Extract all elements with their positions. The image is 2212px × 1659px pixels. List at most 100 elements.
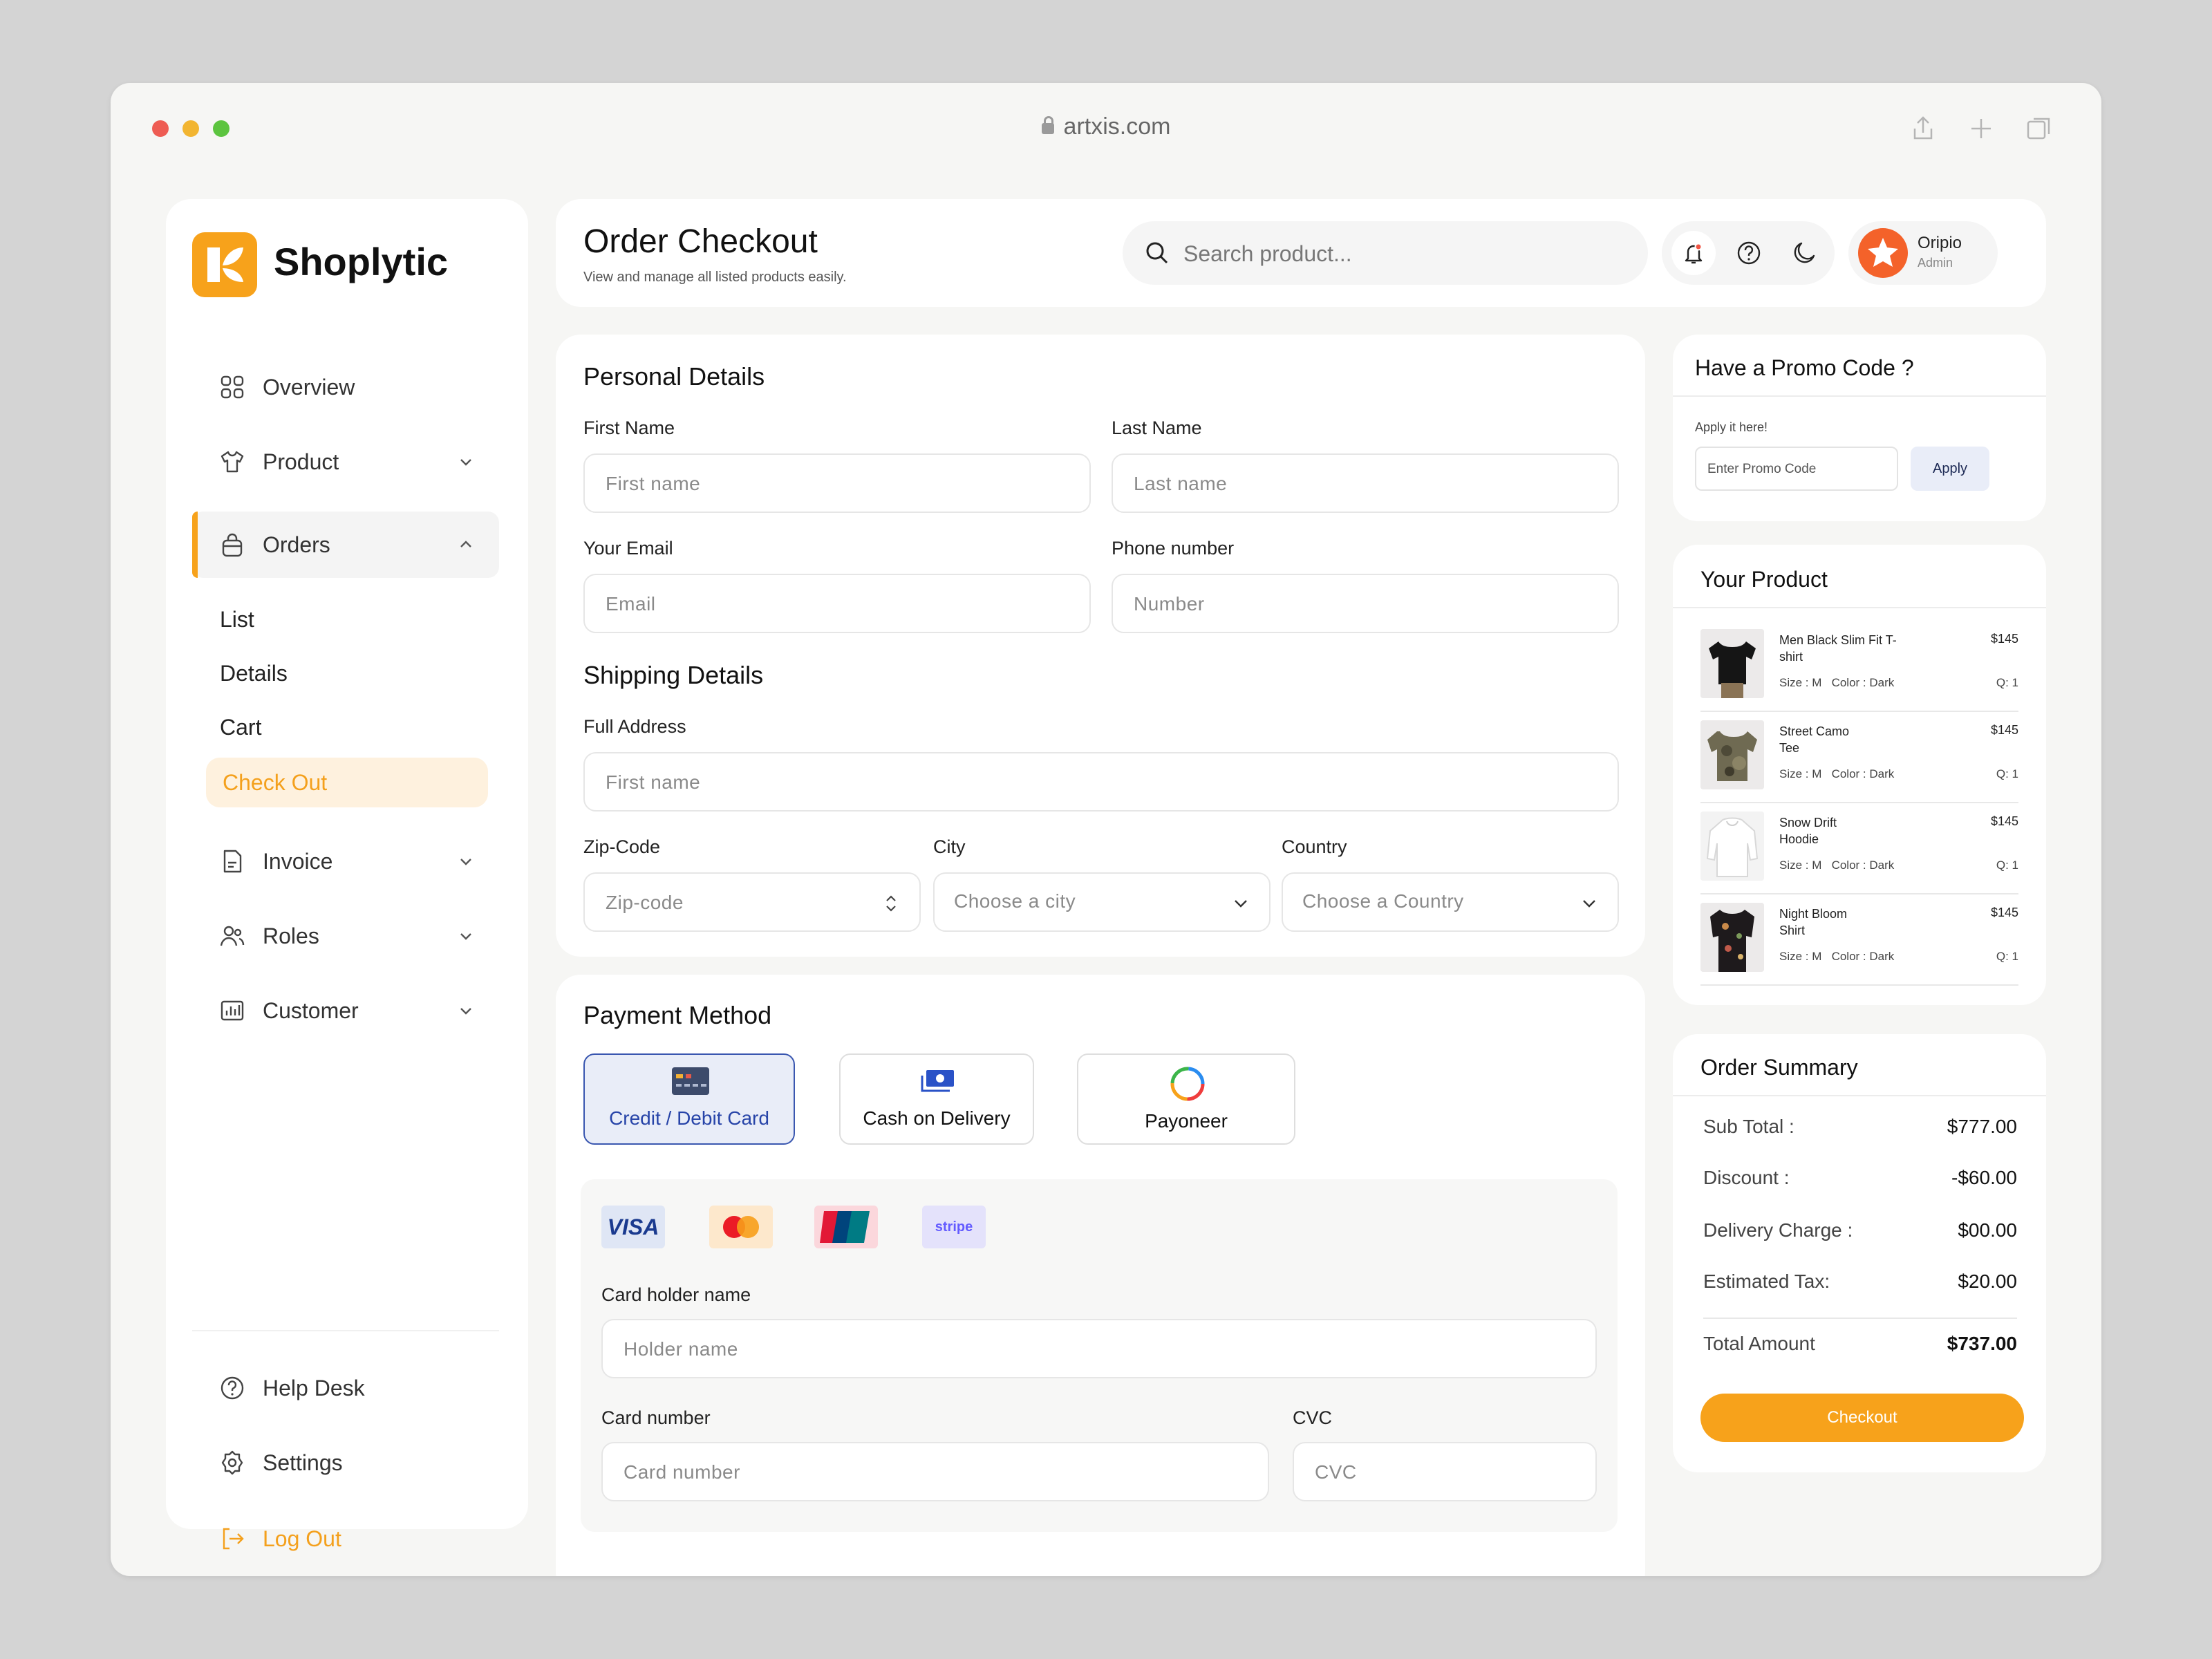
help-icon: [221, 1376, 244, 1400]
product-size: Size : M: [1779, 767, 1822, 780]
orders-sub-cart[interactable]: Cart: [220, 715, 261, 740]
product-price: $145: [1990, 814, 2018, 828]
last-name-input[interactable]: [1132, 455, 1539, 513]
mastercard-icon: [723, 1216, 759, 1238]
row-divider: [1700, 711, 2018, 712]
logout-icon: [223, 1528, 244, 1550]
browser-toolbar: artxis.com: [111, 83, 2101, 173]
phone-input[interactable]: [1132, 575, 1539, 633]
url-text: artxis.com: [1063, 113, 1171, 140]
sidebar-item-label: Product: [263, 449, 339, 474]
order-summary-title: Order Summary: [1700, 1055, 1858, 1080]
checkout-button[interactable]: Checkout: [1700, 1394, 2024, 1442]
zip-code-input[interactable]: [604, 874, 875, 932]
tabs-overview-icon[interactable]: [2024, 113, 2054, 144]
card-number-field: [601, 1442, 1269, 1501]
section-title: Shipping Details: [583, 661, 764, 689]
payoneer-logo-icon: [1170, 1067, 1205, 1101]
promo-code-input[interactable]: [1706, 448, 1888, 491]
page-title: Order Checkout: [583, 223, 818, 260]
sidebar-item-label: Settings: [263, 1450, 343, 1475]
search-input[interactable]: [1182, 235, 1627, 272]
cvc-field: [1293, 1442, 1597, 1501]
sidebar-item-roles[interactable]: Roles: [192, 903, 499, 969]
address-bar[interactable]: artxis.com: [111, 113, 2101, 140]
sidebar: Shoplytic Overview Product Orders List D…: [166, 199, 528, 1551]
sidebar-item-label: Customer: [263, 997, 359, 1023]
product-row[interactable]: Street Camo Tee Size : M Color : Dark $1…: [1700, 720, 2018, 798]
summary-label: Estimated Tax:: [1703, 1271, 1830, 1292]
first-name-field: [583, 453, 1091, 513]
document-icon: [223, 850, 242, 873]
zip-code-stepper: [583, 872, 921, 932]
product-name: Street Camo Tee: [1779, 724, 1850, 755]
promo-code-field: [1695, 447, 1898, 491]
product-row[interactable]: Night Bloom Shirt Size : M Color : Dark …: [1700, 903, 2018, 980]
orders-sub-list[interactable]: List: [220, 607, 254, 632]
orders-sub-checkout[interactable]: Check Out: [206, 758, 488, 807]
product-qty: Q: 1: [1996, 859, 2018, 872]
user-profile[interactable]: Oripio Admin: [1848, 221, 1998, 285]
card-divider: [1673, 1095, 2046, 1096]
sidebar-item-help-desk[interactable]: Help Desk: [192, 1355, 499, 1421]
first-name-input[interactable]: [604, 455, 1011, 513]
sidebar-divider: [192, 1330, 499, 1331]
total-value: $737.00: [1947, 1333, 2017, 1354]
field-label: City: [933, 836, 966, 857]
new-tab-icon[interactable]: [1966, 113, 1996, 144]
shirt-icon: [221, 451, 244, 473]
sidebar-item-label: Overview: [263, 374, 355, 400]
notification-button[interactable]: [1671, 231, 1716, 275]
product-row[interactable]: Men Black Slim Fit T-shirt Size : M Colo…: [1700, 629, 2018, 706]
product-thumbnail: [1700, 629, 1764, 698]
product-size: Size : M: [1779, 676, 1822, 689]
card-number-input[interactable]: [622, 1443, 1157, 1501]
row-divider: [1700, 893, 2018, 894]
sidebar-item-overview[interactable]: Overview: [192, 354, 499, 420]
product-color: Color : Dark: [1831, 767, 1895, 780]
payment-option-payoneer[interactable]: Payoneer: [1077, 1053, 1295, 1145]
sidebar-item-label: Invoice: [263, 848, 333, 874]
user-name: Oripio: [1918, 234, 1962, 252]
field-label: Country: [1282, 836, 1347, 857]
credit-card-icon: [672, 1067, 709, 1095]
field-label: Last Name: [1112, 418, 1202, 438]
city-select[interactable]: Choose a city: [933, 872, 1271, 932]
product-row[interactable]: Snow Drift Hoodie Size : M Color : Dark …: [1700, 812, 2018, 889]
summary-value: $777.00: [1947, 1116, 2017, 1137]
sidebar-item-orders[interactable]: Orders: [192, 512, 499, 578]
summary-value: $00.00: [1958, 1219, 2017, 1241]
page-subtitle: View and manage all listed products easi…: [583, 270, 847, 285]
chevron-down-icon: [1235, 900, 1247, 908]
apply-promo-button[interactable]: Apply: [1911, 447, 1989, 491]
sidebar-item-invoice[interactable]: Invoice: [192, 828, 499, 894]
unionpay-logo: [814, 1206, 878, 1248]
card-holder-field: [601, 1319, 1597, 1378]
payment-option-cash[interactable]: Cash on Delivery: [839, 1053, 1034, 1145]
sidebar-item-settings[interactable]: Settings: [192, 1430, 499, 1496]
sidebar-item-customer[interactable]: Customer: [192, 977, 499, 1044]
share-icon[interactable]: [1908, 113, 1938, 144]
cvc-input[interactable]: [1313, 1443, 1557, 1501]
payment-option-card[interactable]: Credit / Debit Card: [583, 1053, 795, 1145]
sidebar-item-product[interactable]: Product: [192, 429, 499, 495]
question-icon: [1737, 241, 1761, 265]
product-name: Night Bloom Shirt: [1779, 907, 1848, 937]
header-icon-group: [1662, 221, 1835, 285]
sidebar-item-label: Orders: [263, 532, 330, 557]
help-button[interactable]: [1727, 231, 1771, 275]
orders-sub-details[interactable]: Details: [220, 661, 288, 686]
your-product-title: Your Product: [1700, 567, 1828, 592]
sidebar-item-logout[interactable]: Log Out: [192, 1506, 499, 1572]
dark-mode-button[interactable]: [1782, 231, 1826, 275]
card-divider: [1673, 607, 2046, 608]
stepper-arrows-icon[interactable]: [881, 893, 901, 914]
order-summary-card: Order Summary Sub Total : $777.00 Discoun…: [1673, 1034, 2046, 1472]
email-input[interactable]: [604, 575, 1011, 633]
product-thumbnail: [1700, 903, 1764, 972]
cash-icon: [921, 1070, 954, 1092]
card-holder-input[interactable]: [622, 1320, 1419, 1378]
address-input[interactable]: [604, 753, 1434, 812]
country-select[interactable]: Choose a Country: [1282, 872, 1619, 932]
brand-logo: [192, 232, 257, 297]
